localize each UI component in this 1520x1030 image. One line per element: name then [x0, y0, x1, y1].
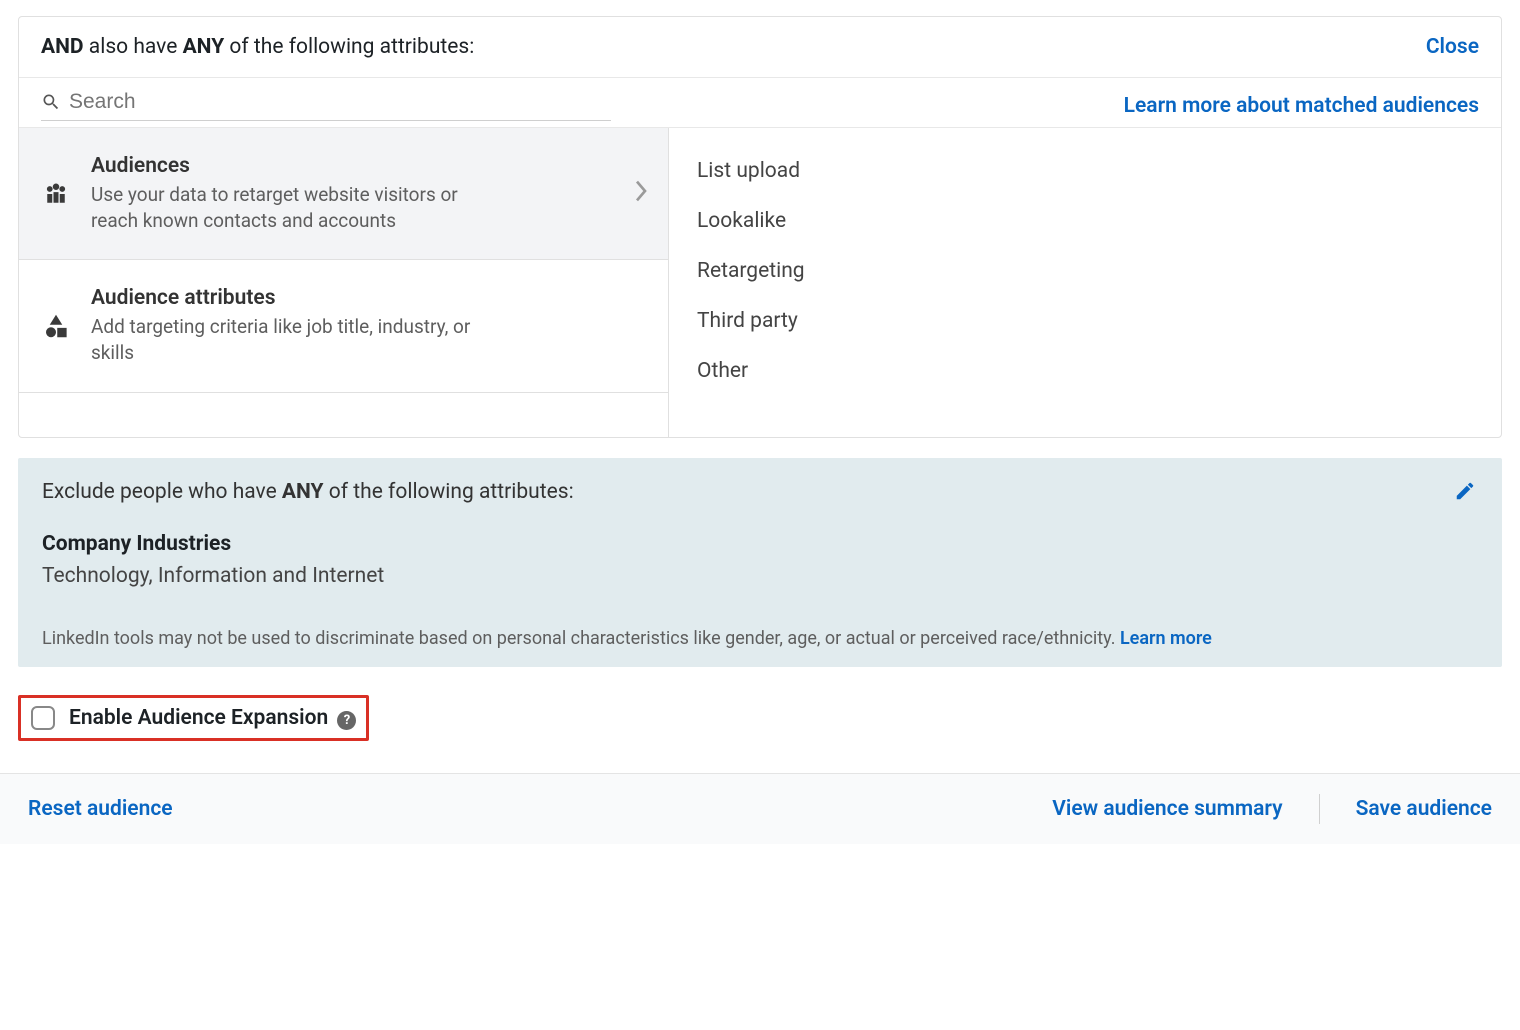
- search-input[interactable]: [69, 90, 611, 114]
- header-mid: also have: [84, 35, 183, 59]
- expansion-label: Enable Audience Expansion ?: [69, 706, 356, 730]
- picker-body: Audiences Use your data to retarget webs…: [19, 127, 1501, 437]
- save-audience-button[interactable]: Save audience: [1356, 797, 1492, 821]
- category-desc: Use your data to retarget website visito…: [91, 182, 491, 233]
- divider: [1319, 794, 1320, 824]
- option-other[interactable]: Other: [669, 346, 1501, 396]
- header-and: AND: [41, 35, 84, 59]
- exclude-suffix: of the following attributes:: [324, 480, 574, 504]
- people-icon: [39, 179, 73, 209]
- shapes-icon: [39, 311, 73, 341]
- search-box[interactable]: [41, 90, 611, 121]
- exclude-header: Exclude people who have ANY of the follo…: [42, 480, 1478, 504]
- reset-audience-button[interactable]: Reset audience: [28, 797, 173, 821]
- category-title: Audience attributes: [91, 286, 648, 310]
- option-list-upload[interactable]: List upload: [669, 146, 1501, 196]
- category-audience-attributes[interactable]: Audience attributes Add targeting criter…: [19, 260, 668, 392]
- panel-header: AND also have ANY of the following attri…: [19, 17, 1501, 78]
- search-row: Learn more about matched audiences: [19, 78, 1501, 127]
- view-summary-button[interactable]: View audience summary: [1052, 797, 1282, 821]
- category-text: Audiences Use your data to retarget webs…: [91, 154, 616, 233]
- exclude-prefix: Exclude people who have: [42, 480, 282, 504]
- category-text: Audience attributes Add targeting criter…: [91, 286, 648, 365]
- targeting-panel: AND also have ANY of the following attri…: [18, 16, 1502, 438]
- category-desc: Add targeting criteria like job title, i…: [91, 314, 491, 365]
- audience-expansion-row: Enable Audience Expansion ?: [0, 681, 1520, 755]
- pencil-icon: [1454, 480, 1476, 502]
- exclude-group-title: Company Industries: [42, 532, 1478, 556]
- category-title: Audiences: [91, 154, 616, 178]
- header-suffix: of the following attributes:: [224, 35, 474, 59]
- footer-bar: Reset audience View audience summary Sav…: [0, 773, 1520, 844]
- options-list: List upload Lookalike Retargeting Third …: [669, 128, 1501, 437]
- close-button[interactable]: Close: [1426, 35, 1479, 59]
- expansion-label-text: Enable Audience Expansion: [69, 706, 328, 730]
- search-icon: [41, 92, 61, 112]
- disclaimer-text: LinkedIn tools may not be used to discri…: [42, 628, 1120, 649]
- option-third-party[interactable]: Third party: [669, 296, 1501, 346]
- chevron-right-icon: [634, 179, 648, 209]
- edit-button[interactable]: [1454, 480, 1476, 506]
- expansion-highlight: Enable Audience Expansion ?: [18, 695, 369, 741]
- category-list: Audiences Use your data to retarget webs…: [19, 128, 669, 437]
- exclude-any: ANY: [282, 480, 324, 504]
- footer-right: View audience summary Save audience: [1052, 794, 1492, 824]
- disclaimer-learn-more[interactable]: Learn more: [1120, 628, 1212, 649]
- option-retargeting[interactable]: Retargeting: [669, 246, 1501, 296]
- disclaimer: LinkedIn tools may not be used to discri…: [42, 628, 1478, 649]
- category-audiences[interactable]: Audiences Use your data to retarget webs…: [19, 128, 668, 260]
- expansion-checkbox[interactable]: [31, 706, 55, 730]
- option-lookalike[interactable]: Lookalike: [669, 196, 1501, 246]
- matched-audiences-link[interactable]: Learn more about matched audiences: [1124, 94, 1479, 118]
- panel-header-text: AND also have ANY of the following attri…: [41, 35, 474, 59]
- help-icon[interactable]: ?: [337, 711, 356, 730]
- header-any: ANY: [183, 35, 225, 59]
- exclude-panel: Exclude people who have ANY of the follo…: [18, 458, 1502, 667]
- exclude-group-value: Technology, Information and Internet: [42, 564, 1478, 588]
